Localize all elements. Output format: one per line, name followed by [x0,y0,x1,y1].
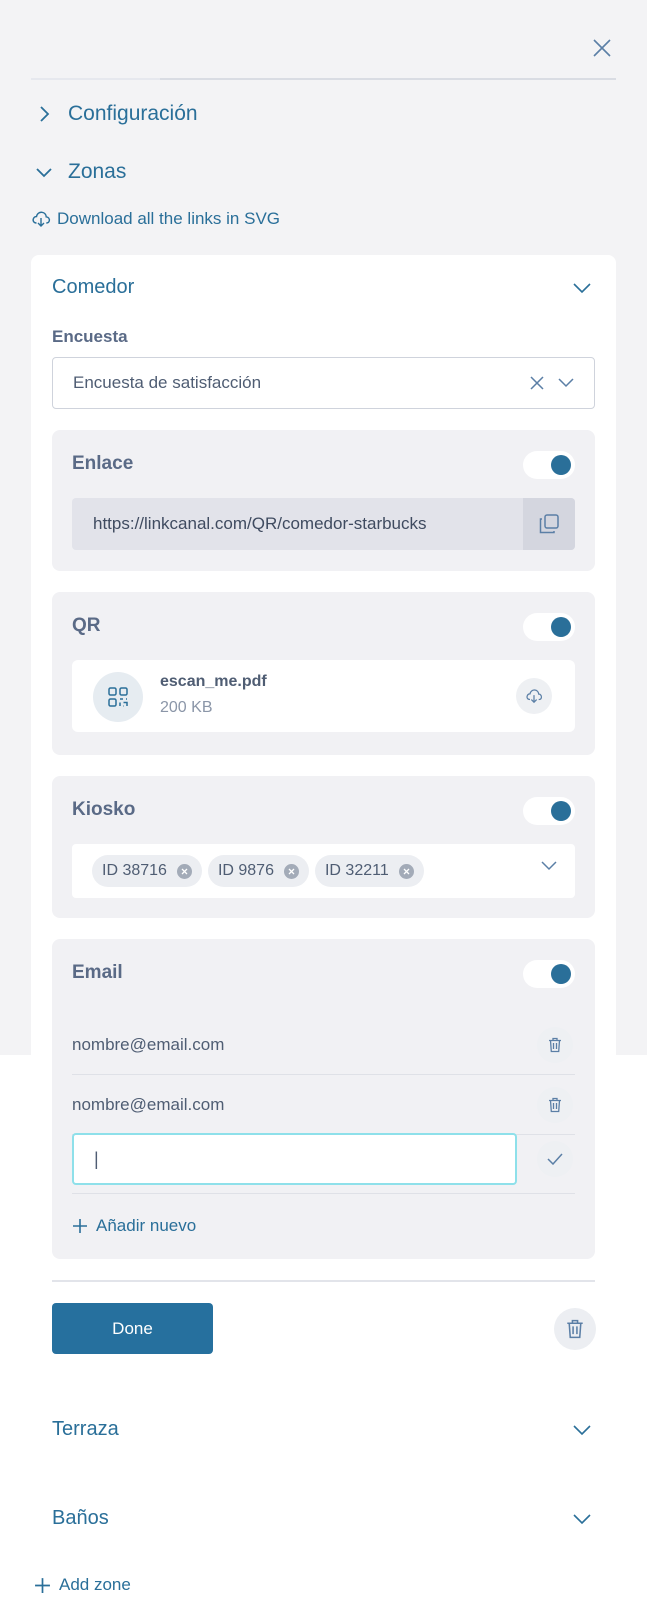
progress-fill [31,78,160,80]
trash-icon [567,1319,583,1339]
enlace-card: Enlace https://linkcanal.com/QR/comedor-… [52,430,595,571]
chevron-down-icon[interactable] [558,378,574,388]
qr-code-icon [93,672,143,722]
qr-file-size: 200 KB [160,699,213,716]
email-entry-value: nombre@email.com [72,1034,225,1054]
qr-file: escan_me.pdf 200 KB [72,660,575,732]
kiosko-chip: ID 38716 [92,855,202,887]
chevron-right-icon [40,106,50,122]
toggle-knob [551,455,571,475]
qr-toggle[interactable] [523,613,575,641]
zone-terraza-title[interactable]: Terraza [52,1418,119,1441]
zone-terraza-expand[interactable] [568,1418,596,1442]
zone-banos-title[interactable]: Baños [52,1507,109,1530]
toggle-knob [551,617,571,637]
download-all-link[interactable]: Download all the links in SVG [31,209,280,229]
confirm-email-button[interactable] [537,1141,573,1177]
email-toggle[interactable] [523,960,575,988]
chip-label: ID 9876 [217,862,274,879]
qr-title: QR [72,615,101,636]
plus-icon [73,1219,87,1233]
chevron-down-icon [573,1514,591,1525]
zone-collapse-button[interactable] [568,276,596,300]
close-icon [593,39,611,57]
done-button[interactable]: Done [52,1303,213,1354]
kiosko-toggle[interactable] [523,797,575,825]
qr-download-button[interactable] [516,678,552,714]
add-zone-label: Add zone [59,1575,131,1594]
download-all-label: Download all the links in SVG [57,209,281,228]
email-entry: nombre@email.com [72,1075,575,1135]
zone-banos-expand[interactable] [568,1507,596,1531]
section-zonas[interactable]: Zonas [34,160,126,184]
chip-remove-icon[interactable] [176,863,192,879]
toggle-knob [551,964,571,984]
zone-title: Comedor [52,276,135,298]
chevron-down-icon [36,168,52,178]
cloud-download-icon [32,211,51,227]
delete-email-button[interactable] [537,1027,573,1063]
delete-email-button[interactable] [537,1087,573,1123]
trash-icon [549,1097,561,1113]
email-entry: nombre@email.com [72,1015,575,1075]
delete-zone-button[interactable] [554,1308,596,1350]
kiosko-chip: ID 32211 [314,855,424,887]
chip-label: ID 38716 [102,862,167,879]
close-button[interactable] [584,30,620,66]
kiosko-select[interactable]: ID 38716 ID 9876 ID 32211 [72,844,575,898]
copy-icon [539,514,559,534]
add-email-label: Añadir nuevo [96,1216,197,1235]
add-email-button[interactable]: Añadir nuevo [72,1216,196,1236]
chip-label: ID 32211 [324,862,389,879]
email-title: Email [72,962,123,983]
chevron-down-icon [573,283,591,294]
cloud-download-icon [526,689,543,704]
encuesta-select[interactable]: Encuesta de satisfacción [52,357,595,409]
chevron-down-icon[interactable] [541,861,557,871]
enlace-toggle[interactable] [523,451,575,479]
enlace-url-field: https://linkcanal.com/QR/comedor-starbuc… [72,498,575,550]
chevron-down-icon [573,1425,591,1436]
divider [72,1193,575,1194]
section-configuracion-label: Configuración [68,102,198,125]
qr-file-name: escan_me.pdf [160,673,267,690]
encuesta-label: Encuesta [52,327,128,346]
kiosko-chip: ID 9876 [207,855,309,887]
email-entry-value: nombre@email.com [72,1094,225,1114]
progress-bar [31,78,616,80]
kiosko-card: Kiosko ID 38716 ID 9876 ID 32211 [52,776,595,918]
add-zone-button[interactable]: Add zone [34,1575,131,1595]
plus-icon [35,1577,50,1593]
clear-icon[interactable] [530,376,544,390]
email-card: Email nombre@email.com nombre@email.com … [52,939,595,1259]
chip-remove-icon[interactable] [283,863,299,879]
new-email-input-value: | [94,1148,99,1169]
copy-button[interactable] [523,498,575,550]
section-configuracion[interactable]: Configuración [34,102,198,126]
trash-icon [549,1037,561,1053]
divider [52,1280,595,1282]
enlace-url: https://linkcanal.com/QR/comedor-starbuc… [93,514,427,533]
check-icon [547,1153,563,1165]
new-email-input[interactable]: | [72,1133,517,1185]
encuesta-select-value: Encuesta de satisfacción [73,373,262,392]
qr-card: QR escan_me.pdf 200 KB [52,592,595,755]
section-zonas-label: Zonas [68,160,127,183]
toggle-knob [551,801,571,821]
chip-remove-icon[interactable] [398,863,414,879]
kiosko-title: Kiosko [72,799,136,820]
enlace-title: Enlace [72,453,134,474]
